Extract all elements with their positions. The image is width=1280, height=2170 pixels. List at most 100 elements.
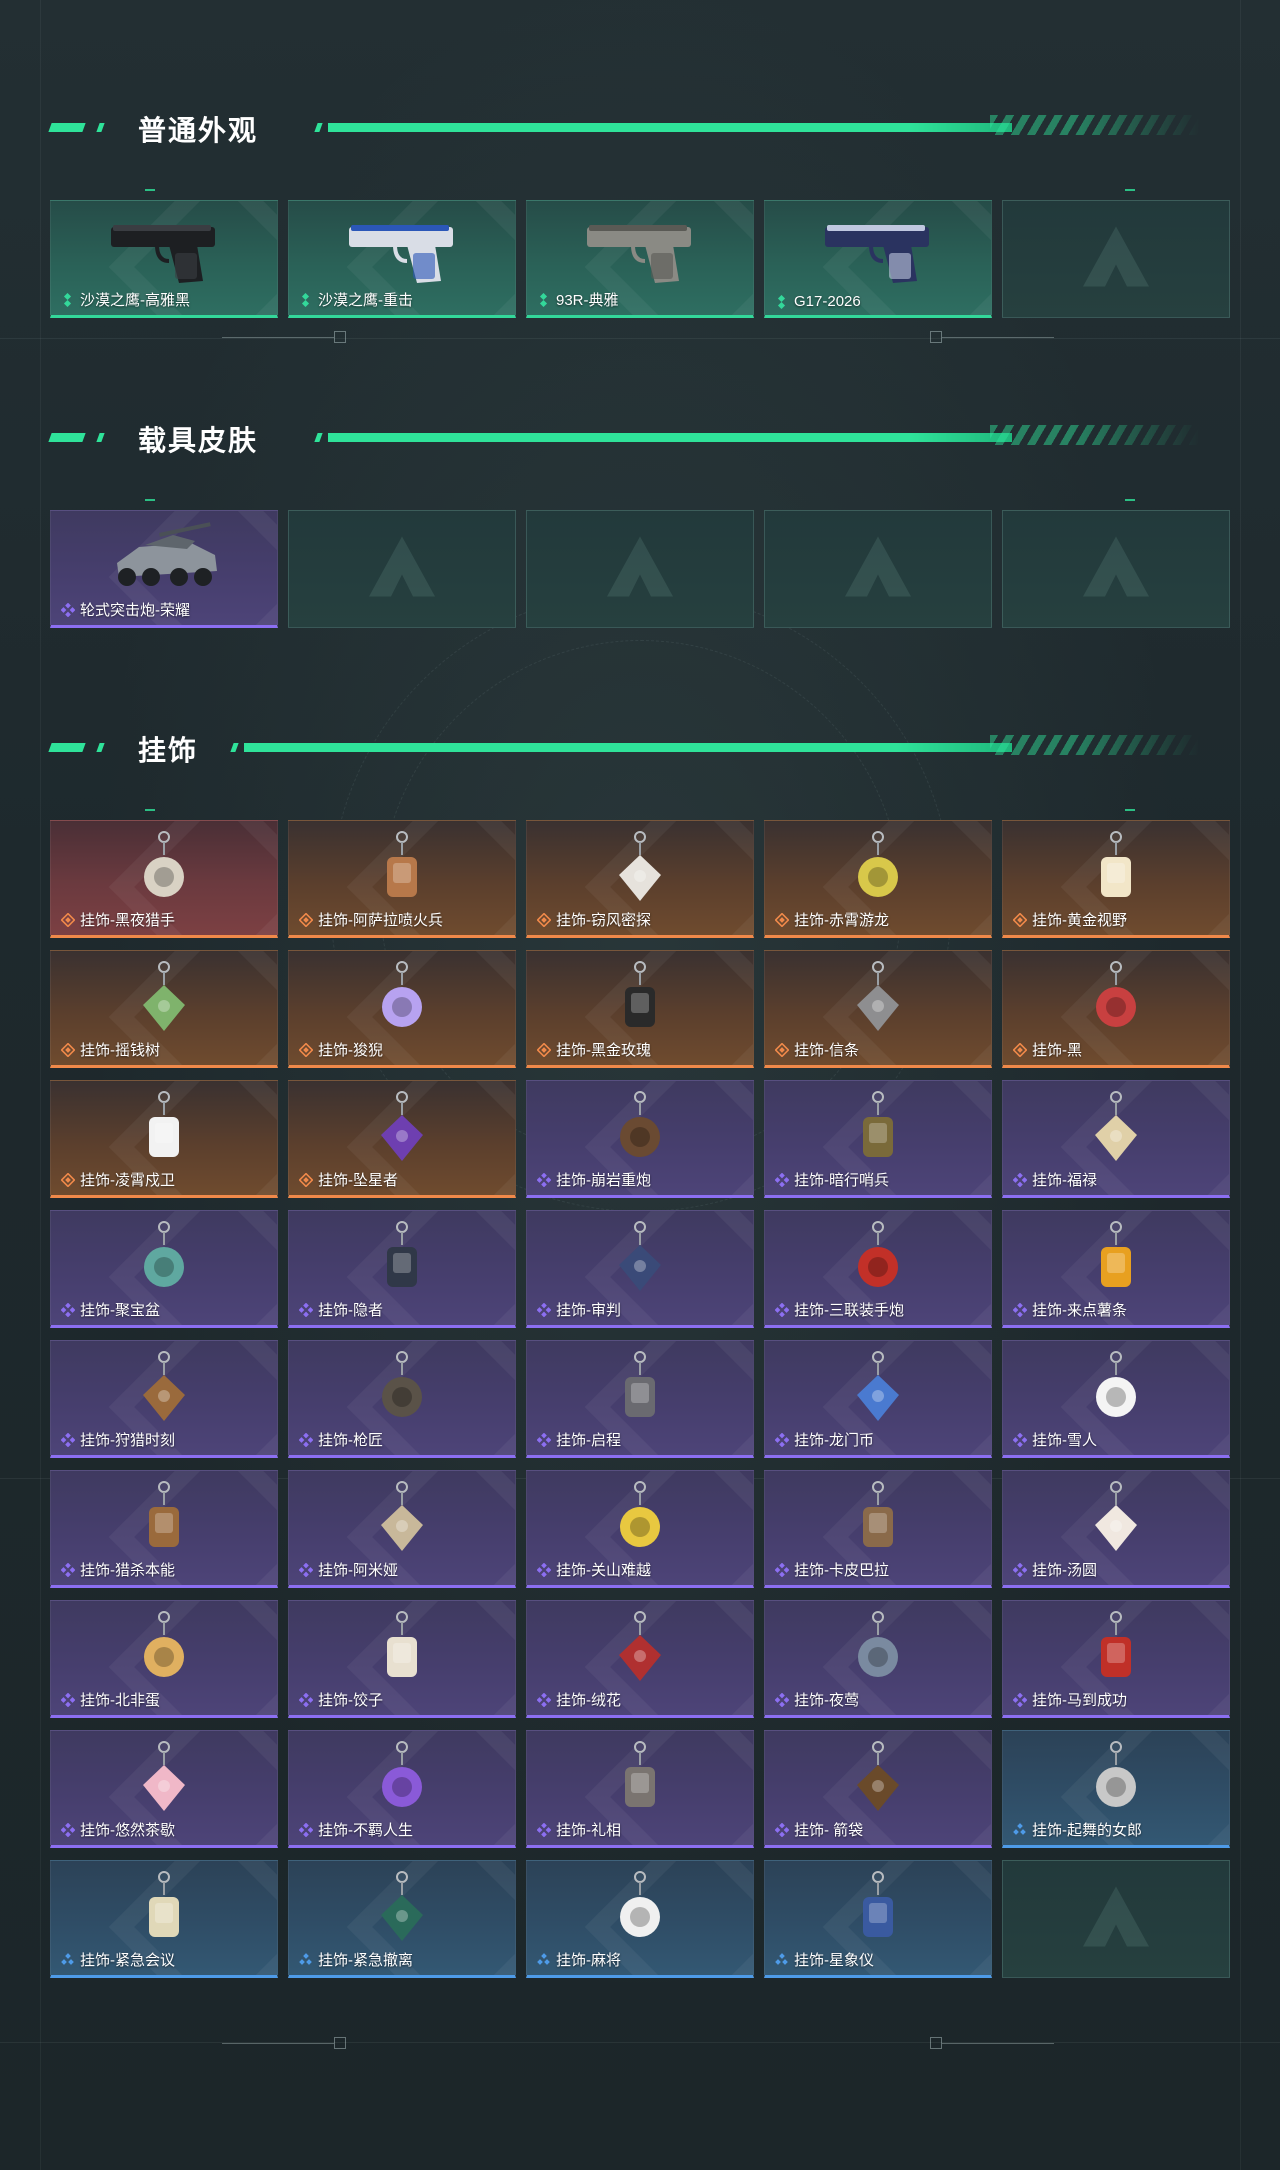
charm-icon — [99, 1869, 229, 1954]
empty-item-slot[interactable] — [526, 510, 754, 628]
item-card[interactable]: 93R-典雅 — [526, 200, 754, 318]
item-card[interactable]: 挂饰-枪匠 — [288, 1340, 516, 1458]
item-card[interactable]: 挂饰-悠然茶歇 — [50, 1730, 278, 1848]
item-card[interactable]: 挂饰-福禄 — [1002, 1080, 1230, 1198]
item-card[interactable]: 挂饰-摇钱树 — [50, 950, 278, 1068]
item-label-row: 挂饰-狻猊 — [298, 1039, 383, 1060]
item-card[interactable]: G17-2026 — [764, 200, 992, 318]
charm-icon — [1051, 1609, 1181, 1694]
item-card[interactable]: 挂饰-星象仪 — [764, 1860, 992, 1978]
item-card[interactable]: 挂饰-狩猎时刻 — [50, 1340, 278, 1458]
item-card[interactable]: 挂饰-关山难越 — [526, 1470, 754, 1588]
item-card[interactable]: 挂饰-黑 — [1002, 950, 1230, 1068]
item-card[interactable]: 挂饰-阿萨拉喷火兵 — [288, 820, 516, 938]
rarity-diamond-icon — [299, 1952, 313, 1967]
rarity-diamond-icon — [536, 1822, 552, 1837]
charm-icon — [575, 1479, 705, 1564]
empty-item-slot[interactable] — [764, 510, 992, 628]
item-card[interactable]: 挂饰-麻将 — [526, 1860, 754, 1978]
charm-icon — [99, 1219, 229, 1304]
item-card[interactable]: 挂饰-绒花 — [526, 1600, 754, 1718]
empty-item-slot[interactable] — [1002, 200, 1230, 318]
charm-icon — [337, 1089, 467, 1174]
item-card[interactable]: 挂饰- 箭袋 — [764, 1730, 992, 1848]
item-card[interactable]: 挂饰-礼相 — [526, 1730, 754, 1848]
item-card[interactable]: 挂饰-窃风密探 — [526, 820, 754, 938]
item-card[interactable]: 挂饰-坠星者 — [288, 1080, 516, 1198]
empty-item-slot[interactable] — [1002, 1860, 1230, 1978]
rarity-diamond-icon — [298, 912, 314, 927]
item-card[interactable]: 挂饰-审判 — [526, 1210, 754, 1328]
empty-slot-logo-icon — [843, 535, 913, 604]
charm-icon — [575, 1869, 705, 1954]
item-card[interactable]: 挂饰-来点薯条 — [1002, 1210, 1230, 1328]
item-label-row: 挂饰-起舞的女郎 — [1013, 1819, 1142, 1840]
rarity-diamond-icon — [60, 1042, 76, 1057]
item-card[interactable]: 挂饰-阿米娅 — [288, 1470, 516, 1588]
item-card[interactable]: 挂饰-暗行哨兵 — [764, 1080, 992, 1198]
empty-item-slot[interactable] — [1002, 510, 1230, 628]
item-card[interactable]: 轮式突击炮-荣耀 — [50, 510, 278, 628]
rarity-diamond-icon — [1012, 912, 1028, 927]
item-card[interactable]: 挂饰-卡皮巴拉 — [764, 1470, 992, 1588]
item-card[interactable]: 挂饰-凌霄戍卫 — [50, 1080, 278, 1198]
item-card[interactable]: 挂饰-信条 — [764, 950, 992, 1068]
empty-item-slot[interactable] — [288, 510, 516, 628]
item-label-row: 挂饰-绒花 — [536, 1689, 621, 1710]
item-label-row: 挂饰-不羁人生 — [298, 1819, 413, 1840]
item-card[interactable]: 沙漠之鹰-重击 — [288, 200, 516, 318]
item-card[interactable]: 挂饰-北非蛋 — [50, 1600, 278, 1718]
item-card[interactable]: 挂饰-三联装手炮 — [764, 1210, 992, 1328]
item-card[interactable]: 沙漠之鹰-高雅黑 — [50, 200, 278, 318]
charm-icon — [813, 1089, 943, 1174]
section-title: 挂饰 — [138, 735, 199, 766]
header-accent — [314, 433, 323, 442]
item-card[interactable]: 挂饰-夜莺 — [764, 1600, 992, 1718]
item-card[interactable]: 挂饰-隐者 — [288, 1210, 516, 1328]
item-card[interactable]: 挂饰-启程 — [526, 1340, 754, 1458]
item-name: 挂饰-狩猎时刻 — [80, 1432, 175, 1449]
rarity-diamond-icon — [774, 1692, 790, 1707]
item-card[interactable]: 挂饰-黄金视野 — [1002, 820, 1230, 938]
empty-slot-logo-icon — [1081, 225, 1151, 294]
item-name: 挂饰-关山难越 — [556, 1562, 651, 1579]
charm-icon — [575, 1349, 705, 1434]
item-card[interactable]: 挂饰-狻猊 — [288, 950, 516, 1068]
item-card[interactable]: 挂饰-起舞的女郎 — [1002, 1730, 1230, 1848]
item-name: 挂饰-马到成功 — [1032, 1692, 1127, 1709]
item-label-row: 挂饰-麻将 — [537, 1949, 621, 1970]
charm-icon — [575, 1089, 705, 1174]
item-card[interactable]: 挂饰-聚宝盆 — [50, 1210, 278, 1328]
item-label-row: 挂饰-黄金视野 — [1012, 909, 1127, 930]
charm-icon — [337, 1869, 467, 1954]
item-card[interactable]: 挂饰-崩岩重炮 — [526, 1080, 754, 1198]
item-card[interactable]: 挂饰-猎杀本能 — [50, 1470, 278, 1588]
item-name: 挂饰-信条 — [794, 1042, 859, 1059]
frame-line — [942, 337, 1054, 338]
item-name: 挂饰-启程 — [556, 1432, 621, 1449]
frame-line — [222, 337, 334, 338]
item-label-row: 挂饰-黑 — [1012, 1039, 1082, 1060]
item-card[interactable]: 挂饰-汤圆 — [1002, 1470, 1230, 1588]
charm-icon — [337, 1479, 467, 1564]
item-card[interactable]: 挂饰-紧急会议 — [50, 1860, 278, 1978]
item-card[interactable]: 挂饰-黑夜猎手 — [50, 820, 278, 938]
header-bar — [244, 743, 1012, 752]
item-name: 挂饰-卡皮巴拉 — [794, 1562, 889, 1579]
item-card[interactable]: 挂饰-赤霄游龙 — [764, 820, 992, 938]
charm-icon — [1051, 1089, 1181, 1174]
section-title: 载具皮肤 — [138, 425, 259, 456]
header-tick — [1125, 499, 1135, 501]
item-name: 挂饰-坠星者 — [318, 1172, 398, 1189]
rarity-diamond-icon — [536, 1562, 552, 1577]
item-card[interactable]: 挂饰-饺子 — [288, 1600, 516, 1718]
item-card[interactable]: 挂饰-雪人 — [1002, 1340, 1230, 1458]
item-card[interactable]: 挂饰-龙门币 — [764, 1340, 992, 1458]
item-card[interactable]: 挂饰-黑金玫瑰 — [526, 950, 754, 1068]
item-card[interactable]: 挂饰-不羁人生 — [288, 1730, 516, 1848]
charm-icon — [99, 1089, 229, 1174]
item-card[interactable]: 挂饰-马到成功 — [1002, 1600, 1230, 1718]
item-label-row: 挂饰-启程 — [536, 1429, 621, 1450]
item-card[interactable]: 挂饰-紧急撤离 — [288, 1860, 516, 1978]
item-name: 挂饰-雪人 — [1032, 1432, 1097, 1449]
